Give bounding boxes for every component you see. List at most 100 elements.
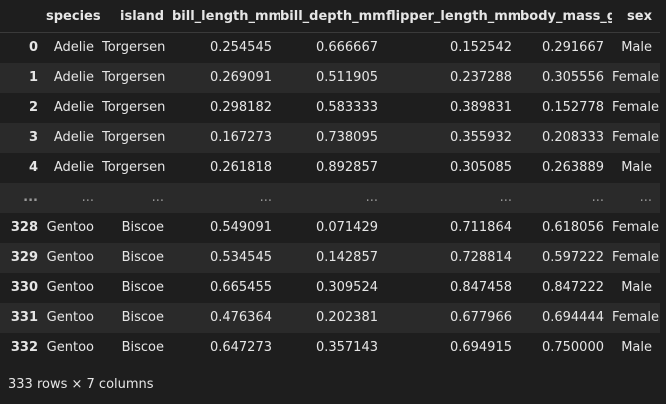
table-row: 2 Adelie Torgersen 0.298182 0.583333 0.389831… bbox=[0, 93, 660, 123]
table-cell: Adelie bbox=[53, 100, 94, 115]
row-index: 329 bbox=[10, 250, 38, 265]
table-cell: Torgersen bbox=[102, 100, 166, 115]
table-cell: 0.298182 bbox=[209, 100, 272, 115]
header-row: species island bill_length_mm bill_depth_mm… bbox=[0, 2, 660, 33]
table-cell: 0.355932 bbox=[449, 130, 512, 145]
dataframe-output: species island bill_length_mm bill_depth_mm… bbox=[0, 0, 666, 404]
table-cell: Female bbox=[612, 70, 660, 85]
table-cell: ... bbox=[365, 190, 378, 205]
table-cell: 0.291667 bbox=[541, 40, 604, 55]
table-cell: Female bbox=[612, 130, 660, 145]
table-cell: 0.263889 bbox=[541, 160, 604, 175]
table-cell: Biscoe bbox=[121, 220, 164, 235]
table-cell: 0.666667 bbox=[315, 40, 378, 55]
table-cell: Female bbox=[612, 250, 660, 265]
table-cell: Female bbox=[612, 220, 660, 235]
table-cell: ... bbox=[639, 190, 652, 205]
shape-summary: 333 rows × 7 columns bbox=[8, 377, 154, 392]
table-cell: Biscoe bbox=[121, 310, 164, 325]
table-cell: Gentoo bbox=[46, 220, 94, 235]
row-index: 330 bbox=[10, 280, 38, 295]
table-row: 3 Adelie Torgersen 0.167273 0.738095 0.355932… bbox=[0, 123, 660, 153]
column-header: species bbox=[46, 2, 102, 33]
table-cell: ... bbox=[81, 190, 94, 205]
table-cell: Adelie bbox=[53, 160, 94, 175]
table-cell: 0.305085 bbox=[449, 160, 512, 175]
table-cell: 0.167273 bbox=[209, 130, 272, 145]
table-cell: 0.202381 bbox=[315, 310, 378, 325]
table-cell: 0.305556 bbox=[541, 70, 604, 85]
table-cell: 0.750000 bbox=[541, 340, 604, 355]
table-cell: Biscoe bbox=[121, 250, 164, 265]
dataframe-table: species island bill_length_mm bill_depth_mm… bbox=[0, 2, 660, 363]
table-cell: Female bbox=[612, 100, 660, 115]
table-cell: 0.309524 bbox=[315, 280, 378, 295]
table-cell: 0.208333 bbox=[541, 130, 604, 145]
table-cell: Male bbox=[621, 40, 652, 55]
table-cell: 0.357143 bbox=[315, 340, 378, 355]
table-cell: 0.847458 bbox=[449, 280, 512, 295]
table-cell: 0.677966 bbox=[449, 310, 512, 325]
table-cell: Adelie bbox=[53, 130, 94, 145]
table-cell: Male bbox=[621, 340, 652, 355]
table-cell: 0.237288 bbox=[449, 70, 512, 85]
table-cell: 0.476364 bbox=[209, 310, 272, 325]
table-row: 332 Gentoo Biscoe 0.647273 0.357143 0.694915 0… bbox=[0, 333, 660, 363]
row-index: ... bbox=[23, 190, 38, 205]
row-index: 328 bbox=[10, 220, 38, 235]
table-cell: Adelie bbox=[53, 70, 94, 85]
table-cell: 0.549091 bbox=[209, 220, 272, 235]
table-cell: 0.261818 bbox=[209, 160, 272, 175]
table-body: 0 Adelie Torgersen 0.254545 0.666667 0.152542… bbox=[0, 33, 660, 364]
table-cell: 0.142857 bbox=[315, 250, 378, 265]
table-cell: ... bbox=[499, 190, 512, 205]
table-cell: ... bbox=[151, 190, 164, 205]
row-index: 332 bbox=[10, 340, 38, 355]
row-index: 3 bbox=[28, 130, 38, 145]
table-cell: Male bbox=[621, 160, 652, 175]
table-cell: Torgersen bbox=[102, 130, 166, 145]
table-cell: 0.694915 bbox=[449, 340, 512, 355]
table-row: 328 Gentoo Biscoe 0.549091 0.071429 0.711864 0… bbox=[0, 213, 660, 243]
column-header: body_mass_g bbox=[520, 2, 612, 33]
table-cell: 0.269091 bbox=[209, 70, 272, 85]
table-row: 330 Gentoo Biscoe 0.665455 0.309524 0.847458 0… bbox=[0, 273, 660, 303]
table-cell: Gentoo bbox=[46, 340, 94, 355]
column-header: flipper_length_mm bbox=[386, 2, 520, 33]
table-cell: Female bbox=[612, 310, 660, 325]
table-cell: 0.071429 bbox=[315, 220, 378, 235]
table-cell: 0.583333 bbox=[315, 100, 378, 115]
table-cell: ... bbox=[591, 190, 604, 205]
row-index: 1 bbox=[28, 70, 38, 85]
table-cell: Gentoo bbox=[46, 310, 94, 325]
table-cell: 0.711864 bbox=[449, 220, 512, 235]
table-cell: 0.694444 bbox=[541, 310, 604, 325]
table-cell: Adelie bbox=[53, 40, 94, 55]
row-index: 4 bbox=[28, 160, 38, 175]
table-cell: 0.892857 bbox=[315, 160, 378, 175]
table-row: 329 Gentoo Biscoe 0.534545 0.142857 0.728814 0… bbox=[0, 243, 660, 273]
row-index: 2 bbox=[28, 100, 38, 115]
table-cell: Gentoo bbox=[46, 250, 94, 265]
table-cell: 0.847222 bbox=[541, 280, 604, 295]
table-row: 331 Gentoo Biscoe 0.476364 0.202381 0.677966 0… bbox=[0, 303, 660, 333]
table-cell: 0.647273 bbox=[209, 340, 272, 355]
index-header bbox=[0, 2, 46, 33]
column-header: bill_length_mm bbox=[172, 2, 280, 33]
table-cell: 0.728814 bbox=[449, 250, 512, 265]
column-header: sex bbox=[612, 2, 660, 33]
table-cell: Torgersen bbox=[102, 40, 166, 55]
table-cell: Torgersen bbox=[102, 70, 166, 85]
table-cell: 0.618056 bbox=[541, 220, 604, 235]
column-header: bill_depth_mm bbox=[280, 2, 386, 33]
row-index: 0 bbox=[28, 40, 38, 55]
table-row: 1 Adelie Torgersen 0.269091 0.511905 0.237288… bbox=[0, 63, 660, 93]
table-cell: Male bbox=[621, 280, 652, 295]
table-cell: 0.597222 bbox=[541, 250, 604, 265]
table-cell: Biscoe bbox=[121, 340, 164, 355]
table-cell: Torgersen bbox=[102, 160, 166, 175]
table-cell: Biscoe bbox=[121, 280, 164, 295]
table-row: 0 Adelie Torgersen 0.254545 0.666667 0.152542… bbox=[0, 33, 660, 64]
table-cell: 0.254545 bbox=[209, 40, 272, 55]
table-cell: Gentoo bbox=[46, 280, 94, 295]
